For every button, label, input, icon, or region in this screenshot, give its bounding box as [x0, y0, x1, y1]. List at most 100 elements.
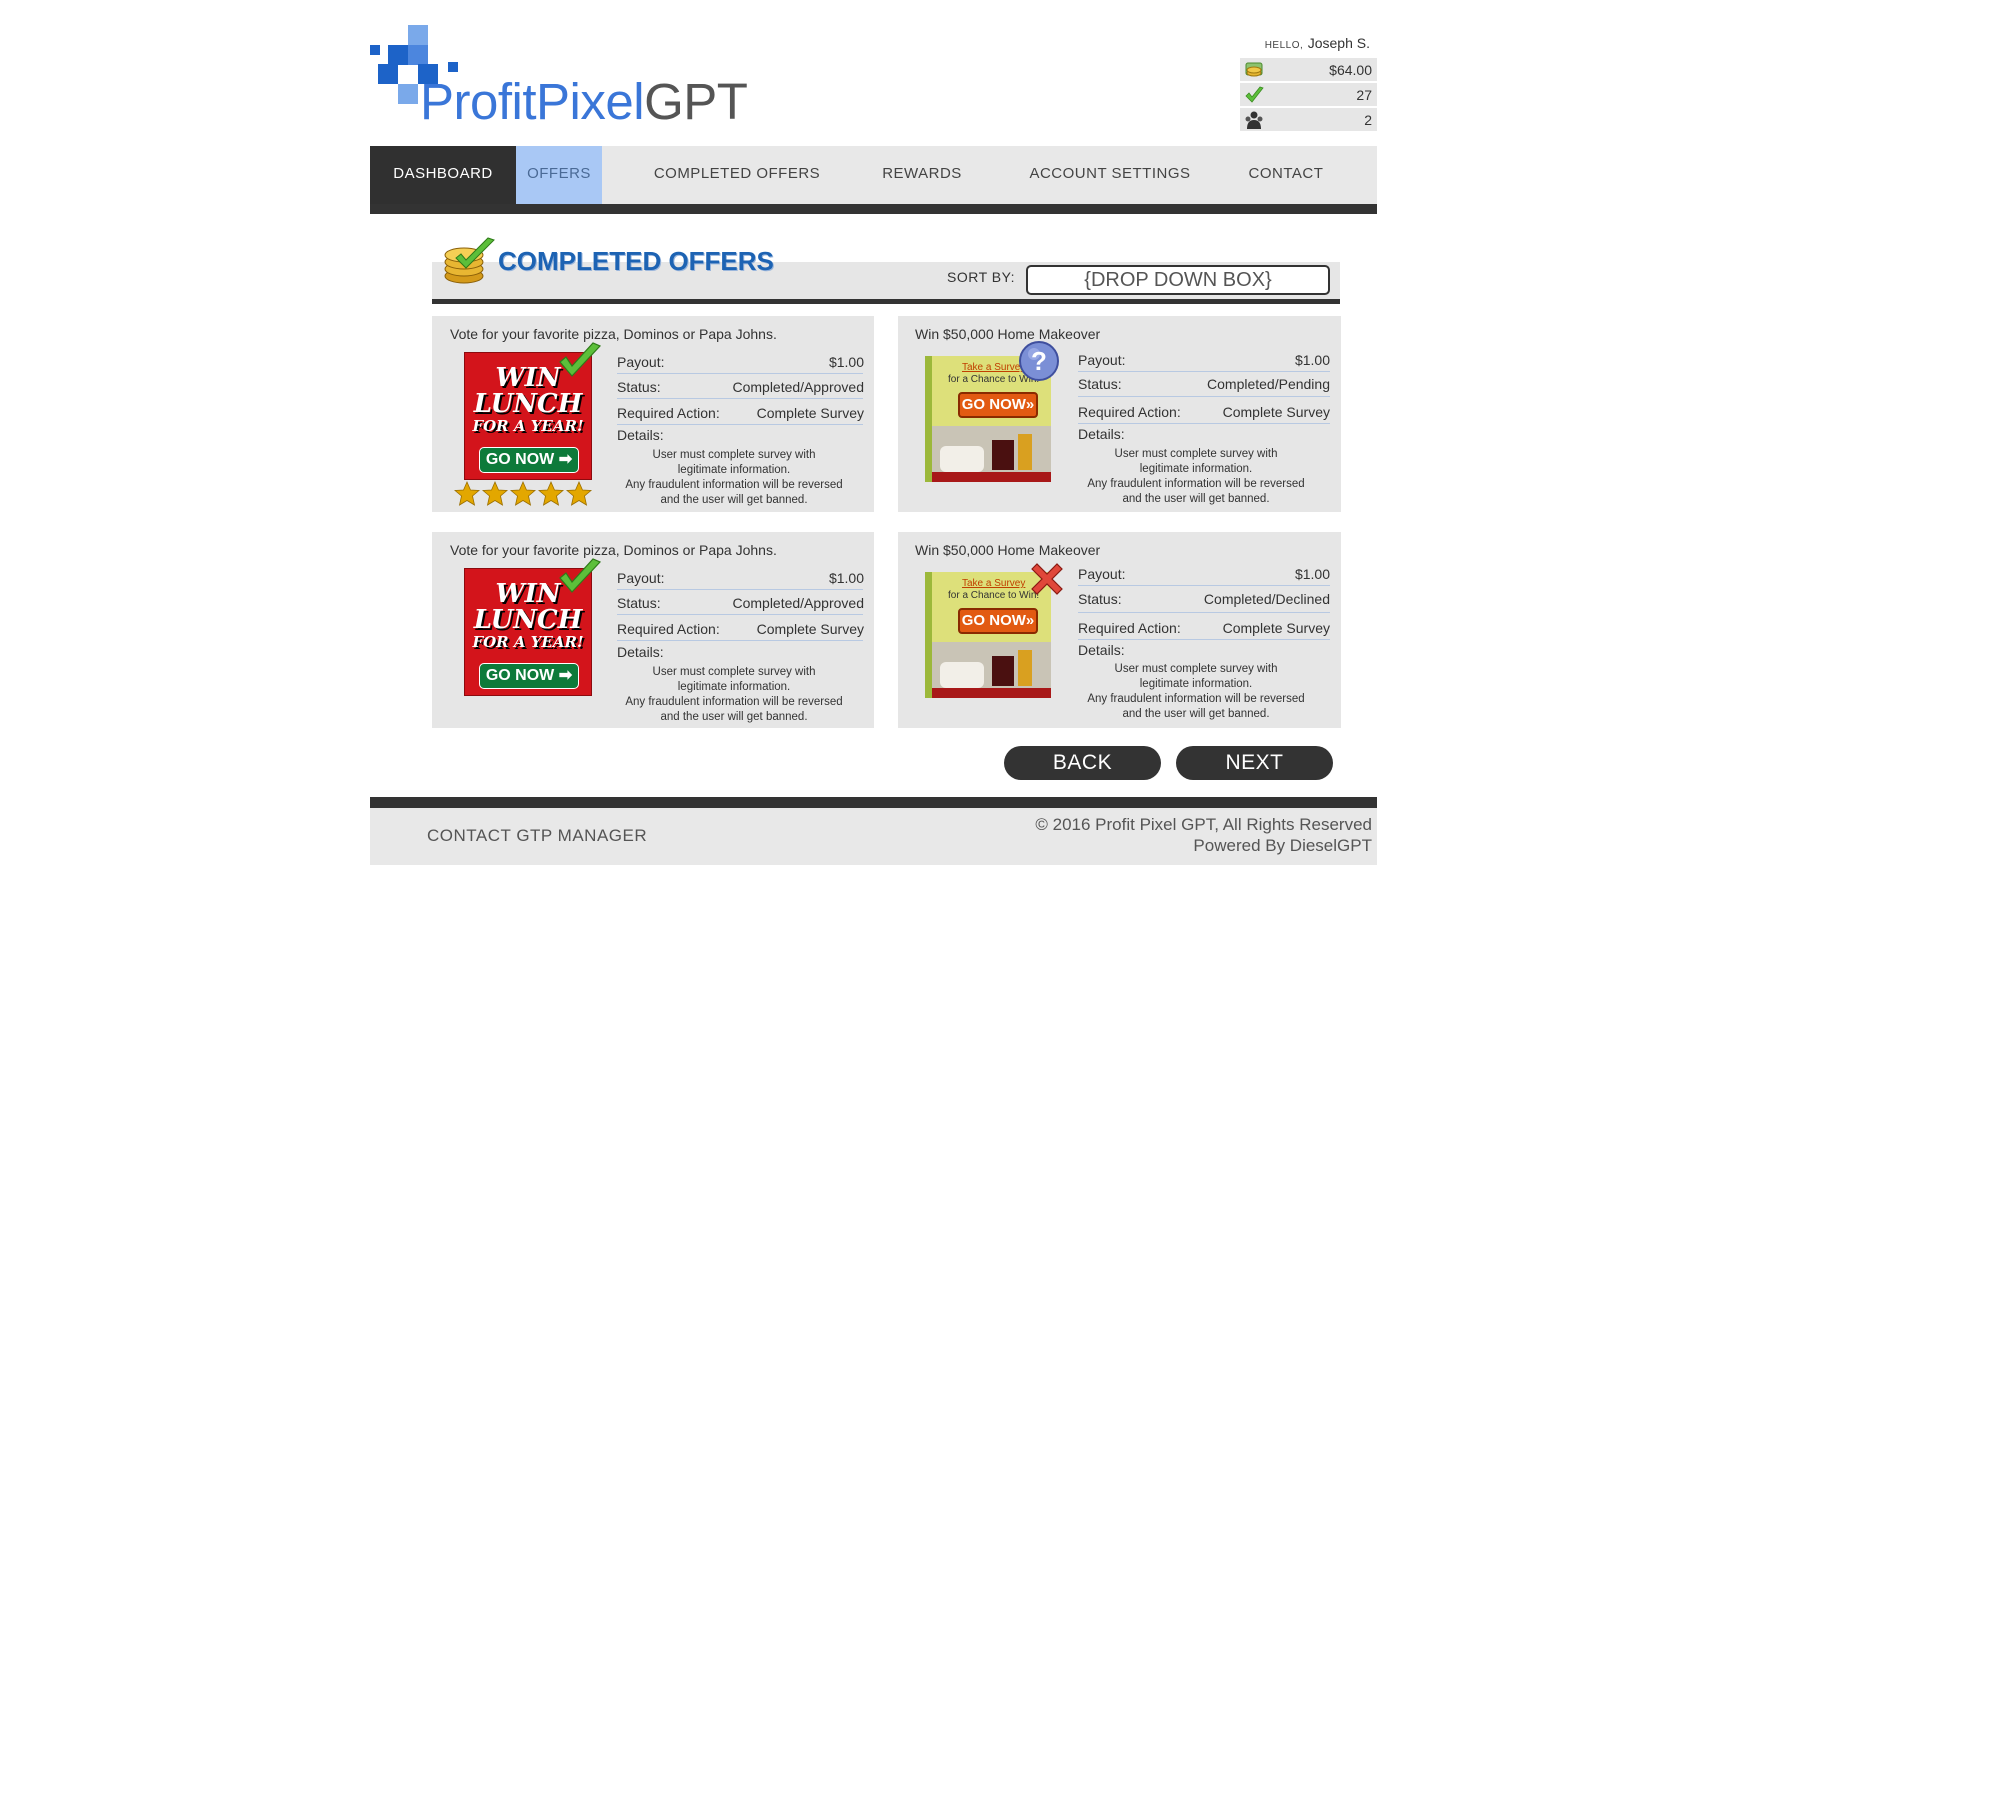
details-warning: Any fraudulent information will be rever…: [625, 479, 843, 506]
nav-completed-offers[interactable]: COMPLETED OFFERS: [632, 146, 842, 204]
copyright-text: © 2016 Profit Pixel GPT, All Rights Rese…: [1035, 815, 1372, 834]
ad-line-1: Take a Survey: [962, 362, 1026, 373]
required-action-value: Complete Survey: [1222, 620, 1330, 636]
field-divider: [1078, 396, 1330, 397]
required-action-label: Required Action:: [617, 405, 720, 421]
field-divider: [617, 398, 863, 399]
field-divider: [617, 640, 863, 641]
details-label: Details:: [617, 427, 664, 443]
sort-dropdown[interactable]: {DROP DOWN BOX}: [1026, 265, 1330, 295]
required-action-label: Required Action:: [617, 621, 720, 637]
star-rating-icon: [454, 481, 593, 506]
field-divider: [1078, 612, 1330, 613]
status-value: Completed/Declined: [1203, 591, 1330, 607]
logo-text-profitpixel: ProfitPixel: [420, 73, 645, 130]
money-icon: [1245, 62, 1263, 77]
coins-check-icon: [444, 237, 495, 284]
user-name[interactable]: Joseph S.: [1308, 35, 1370, 51]
completed-row: 27: [1240, 83, 1377, 106]
referrals-value: 2: [1364, 112, 1372, 128]
details-text: User must complete survey with legitimat…: [1114, 663, 1278, 690]
offer-title: Win $50,000 Home Makeover: [915, 326, 1101, 342]
payout-value: $1.00: [1294, 566, 1330, 582]
logo-text-gpt: GPT: [644, 73, 748, 130]
status-label: Status:: [1078, 376, 1122, 392]
nav-dashboard[interactable]: DASHBOARD: [370, 146, 516, 204]
field-divider: [617, 373, 863, 374]
ad-line-2: LUNCH: [473, 605, 583, 635]
offer-title: Vote for your favorite pizza, Dominos or…: [450, 326, 777, 342]
completed-count-value: 27: [1356, 87, 1372, 103]
payout-value: $1.00: [1294, 352, 1330, 368]
required-action-label: Required Action:: [1078, 620, 1181, 636]
x-icon: [1031, 563, 1063, 595]
footer: CONTACT GTP MANAGER © 2016 Profit Pixel …: [370, 808, 1377, 865]
field-divider: [617, 614, 863, 615]
back-button[interactable]: BACK: [1004, 746, 1161, 780]
field-divider: [1078, 585, 1330, 586]
status-label: Status:: [617, 379, 661, 395]
ad-line-1: Take a Survey: [962, 578, 1026, 589]
offer-card[interactable]: Win $50,000 Home Makeover Take a Survey …: [898, 316, 1341, 512]
footer-credits: © 2016 Profit Pixel GPT, All Rights Rese…: [1035, 814, 1372, 856]
payout-label: Payout:: [617, 570, 665, 586]
ad-room-image: [925, 426, 1051, 482]
contact-manager-link[interactable]: CONTACT GTP MANAGER: [427, 826, 647, 846]
details-label: Details:: [617, 644, 664, 660]
status-value: Completed/Approved: [732, 379, 864, 395]
field-divider: [617, 589, 863, 590]
offer-card[interactable]: Vote for your favorite pizza, Dominos or…: [432, 532, 874, 728]
hello-label: HELLO,: [1264, 40, 1304, 51]
nav-account-settings[interactable]: ACCOUNT SETTINGS: [1010, 146, 1210, 204]
nav-contact[interactable]: CONTACT: [1222, 146, 1350, 204]
field-divider: [1078, 639, 1330, 640]
details-text: User must complete survey with legitimat…: [1114, 448, 1278, 475]
logo-text: ProfitPixelGPT: [420, 72, 748, 131]
go-now-button[interactable]: GO NOW»: [958, 392, 1038, 418]
details-warning: Any fraudulent information will be rever…: [625, 696, 843, 723]
field-divider: [1078, 371, 1330, 372]
check-icon: [559, 558, 602, 593]
referrals-row: 2: [1240, 108, 1377, 131]
ad-room-image: [925, 642, 1051, 698]
required-action-value: Complete Survey: [756, 621, 864, 637]
next-button[interactable]: NEXT: [1176, 746, 1333, 780]
nav-offers[interactable]: OFFERS: [516, 146, 602, 204]
field-divider: [617, 424, 863, 425]
details-warning: Any fraudulent information will be rever…: [1087, 693, 1305, 720]
required-action-label: Required Action:: [1078, 404, 1181, 420]
details-warning: Any fraudulent information will be rever…: [1087, 478, 1305, 505]
status-label: Status:: [617, 595, 661, 611]
balance-row: $64.00: [1240, 58, 1377, 81]
main-nav: DASHBOARD OFFERS COMPLETED OFFERS REWARD…: [370, 146, 1377, 204]
ad-line-2: LUNCH: [473, 389, 583, 419]
offer-title: Vote for your favorite pizza, Dominos or…: [450, 542, 777, 558]
footer-divider: [370, 797, 1377, 808]
ad-line-3: FOR A YEAR!: [472, 417, 584, 435]
details-text: User must complete survey with legitimat…: [652, 449, 816, 476]
go-now-button[interactable]: GO NOW»: [958, 608, 1038, 634]
required-action-value: Complete Survey: [756, 405, 864, 421]
page-title: COMPLETED OFFERS: [498, 246, 774, 276]
svg-text:?: ?: [1031, 346, 1047, 376]
check-icon: [1245, 86, 1264, 103]
payout-value: $1.00: [828, 354, 864, 370]
payout-label: Payout:: [617, 354, 665, 370]
status-value: Completed/Pending: [1207, 376, 1330, 392]
user-greeting: HELLO, Joseph S.: [1230, 35, 1370, 53]
required-action-value: Complete Survey: [1222, 404, 1330, 420]
nav-rewards[interactable]: REWARDS: [852, 146, 992, 204]
go-now-button[interactable]: GO NOW ➡: [479, 663, 579, 689]
go-now-button[interactable]: GO NOW ➡: [479, 447, 579, 473]
balance-value: $64.00: [1329, 62, 1372, 78]
sort-label: SORT BY:: [947, 269, 1016, 285]
ad-line-2: for a Chance to Win!: [948, 590, 1040, 601]
offer-card[interactable]: Vote for your favorite pizza, Dominos or…: [432, 316, 874, 512]
offer-card[interactable]: Win $50,000 Home Makeover Take a Survey …: [898, 532, 1341, 728]
payout-label: Payout:: [1078, 352, 1126, 368]
check-icon: [559, 342, 602, 377]
status-label: Status:: [1078, 591, 1122, 607]
details-text: User must complete survey with legitimat…: [652, 666, 816, 693]
status-value: Completed/Approved: [732, 595, 864, 611]
details-label: Details:: [1078, 642, 1125, 658]
